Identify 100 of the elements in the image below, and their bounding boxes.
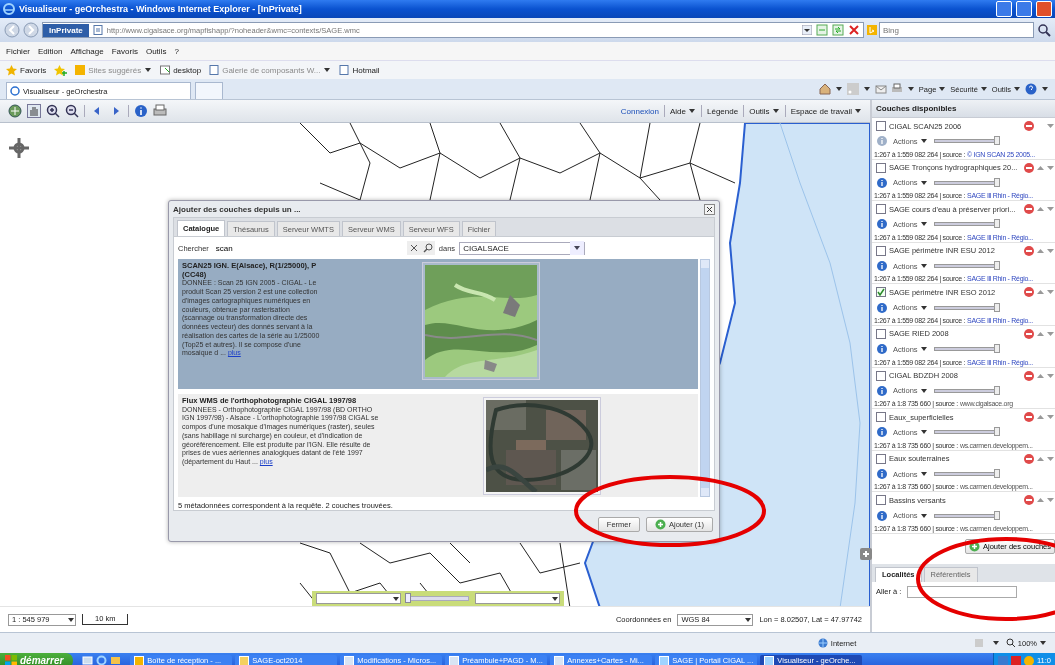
mail-icon[interactable] bbox=[874, 83, 887, 95]
login-link[interactable]: Connexion bbox=[620, 106, 659, 116]
move-arrows[interactable] bbox=[1037, 455, 1054, 462]
menu-item[interactable]: Affichage bbox=[70, 46, 104, 56]
menu-item[interactable]: ? bbox=[174, 46, 179, 56]
pan-control-icon[interactable] bbox=[8, 137, 30, 159]
info-icon[interactable] bbox=[877, 219, 887, 230]
opacity-slider-thumb[interactable] bbox=[993, 302, 1000, 312]
remove-icon[interactable] bbox=[1024, 287, 1034, 298]
down-arrow-icon[interactable] bbox=[1047, 414, 1054, 421]
opacity-slider-thumb[interactable] bbox=[993, 177, 1000, 187]
checkbox[interactable] bbox=[876, 162, 886, 173]
home-icon[interactable] bbox=[818, 83, 831, 95]
refresh-icon[interactable] bbox=[832, 24, 844, 36]
menu-button[interactable]: Outils bbox=[749, 106, 780, 116]
print-icon[interactable] bbox=[890, 83, 903, 95]
zoom-out-icon[interactable] bbox=[65, 104, 79, 118]
clear-icon[interactable] bbox=[406, 241, 421, 255]
menu-item[interactable]: Favoris bbox=[111, 46, 138, 56]
remove-icon[interactable] bbox=[1024, 245, 1034, 256]
opacity-slider-thumb[interactable] bbox=[993, 344, 1000, 354]
dropdown-icon[interactable] bbox=[802, 25, 812, 35]
checkbox[interactable] bbox=[876, 412, 886, 423]
back-icon[interactable] bbox=[4, 22, 20, 38]
result-row[interactable] bbox=[178, 259, 698, 389]
info-icon[interactable] bbox=[134, 104, 148, 118]
move-arrows[interactable] bbox=[1037, 330, 1054, 337]
info-icon[interactable] bbox=[877, 136, 887, 147]
remove-icon[interactable] bbox=[1024, 412, 1034, 423]
checkbox[interactable] bbox=[876, 495, 886, 506]
help-icon[interactable] bbox=[1025, 83, 1037, 95]
info-icon[interactable] bbox=[877, 302, 887, 313]
forward-icon[interactable] bbox=[23, 22, 39, 38]
move-arrows[interactable] bbox=[1037, 372, 1054, 379]
down-arrow-icon[interactable] bbox=[1047, 372, 1054, 379]
up-arrow-icon[interactable] bbox=[1037, 497, 1044, 504]
remove-icon[interactable] bbox=[1024, 453, 1034, 464]
move-arrows[interactable] bbox=[1037, 164, 1054, 171]
remove-icon[interactable] bbox=[1024, 370, 1034, 381]
close-button[interactable] bbox=[1036, 1, 1052, 17]
up-arrow-icon[interactable] bbox=[1037, 414, 1044, 421]
info-icon[interactable] bbox=[877, 344, 887, 355]
remove-icon[interactable] bbox=[1024, 121, 1034, 131]
select-field[interactable] bbox=[474, 593, 560, 604]
mail-icon[interactable] bbox=[110, 655, 122, 665]
close-icon[interactable] bbox=[704, 203, 715, 215]
info-icon[interactable] bbox=[877, 385, 887, 396]
opacity-slider-thumb[interactable] bbox=[993, 261, 1000, 271]
up-arrow-icon[interactable] bbox=[1037, 455, 1044, 462]
up-arrow-icon[interactable] bbox=[1037, 164, 1044, 171]
move-arrows[interactable] bbox=[1037, 414, 1054, 421]
menu-item[interactable]: Fichier bbox=[6, 46, 30, 56]
remove-icon[interactable] bbox=[1024, 204, 1034, 215]
favorite-link[interactable]: Hotmail bbox=[339, 65, 380, 75]
slider-thumb[interactable] bbox=[405, 593, 412, 603]
down-arrow-icon[interactable] bbox=[1047, 123, 1054, 129]
zoom-in-icon[interactable] bbox=[46, 104, 60, 118]
remove-icon[interactable] bbox=[1024, 328, 1034, 339]
menu-button[interactable]: Aide bbox=[670, 106, 696, 116]
move-arrows[interactable] bbox=[1037, 497, 1054, 504]
menu-item[interactable]: Outils bbox=[145, 46, 167, 56]
move-arrows[interactable] bbox=[1037, 247, 1054, 254]
zoom-extent-icon[interactable] bbox=[8, 104, 22, 118]
up-arrow-icon[interactable] bbox=[1037, 330, 1044, 337]
opacity-slider-thumb[interactable] bbox=[993, 219, 1000, 229]
opacity-slider-thumb[interactable] bbox=[993, 385, 1000, 395]
down-arrow-icon[interactable] bbox=[1047, 206, 1054, 213]
down-arrow-icon[interactable] bbox=[1047, 247, 1054, 254]
select-field[interactable] bbox=[316, 593, 402, 604]
opacity-slider-thumb[interactable] bbox=[993, 136, 1000, 146]
favorites-button[interactable]: Favoris bbox=[6, 64, 47, 76]
pan-icon[interactable] bbox=[27, 104, 41, 118]
checkbox[interactable] bbox=[876, 328, 886, 339]
search-field[interactable]: Bing bbox=[879, 22, 1034, 38]
down-arrow-icon[interactable] bbox=[1047, 289, 1054, 296]
scrollbar[interactable] bbox=[700, 259, 710, 497]
search-icon[interactable] bbox=[1037, 23, 1051, 37]
move-arrows[interactable] bbox=[1037, 206, 1054, 213]
opacity-slider-thumb[interactable] bbox=[993, 510, 1000, 520]
checkbox[interactable] bbox=[876, 370, 886, 381]
maximize-button[interactable] bbox=[1016, 1, 1032, 17]
browser-logo-icon[interactable] bbox=[96, 655, 108, 665]
goto-field[interactable] bbox=[907, 585, 1018, 598]
opacity-slider-thumb[interactable] bbox=[993, 427, 1000, 437]
up-arrow-icon[interactable] bbox=[1037, 206, 1044, 213]
up-arrow-icon[interactable] bbox=[1037, 289, 1044, 296]
print-icon[interactable] bbox=[153, 104, 167, 118]
minimize-button[interactable] bbox=[996, 1, 1012, 17]
checkbox[interactable] bbox=[876, 287, 886, 298]
move-arrows[interactable] bbox=[1037, 289, 1054, 296]
remove-icon[interactable] bbox=[1024, 495, 1034, 506]
favorite-link[interactable]: desktop bbox=[160, 65, 202, 75]
up-arrow-icon[interactable] bbox=[1037, 372, 1044, 379]
remove-icon[interactable] bbox=[1024, 162, 1034, 173]
new-tab-button[interactable] bbox=[195, 82, 223, 99]
add-favorite-icon[interactable] bbox=[54, 64, 68, 76]
down-arrow-icon[interactable] bbox=[1047, 455, 1054, 462]
result-row[interactable] bbox=[178, 394, 698, 497]
info-icon[interactable] bbox=[877, 427, 887, 438]
search-field[interactable]: scan bbox=[212, 241, 407, 255]
